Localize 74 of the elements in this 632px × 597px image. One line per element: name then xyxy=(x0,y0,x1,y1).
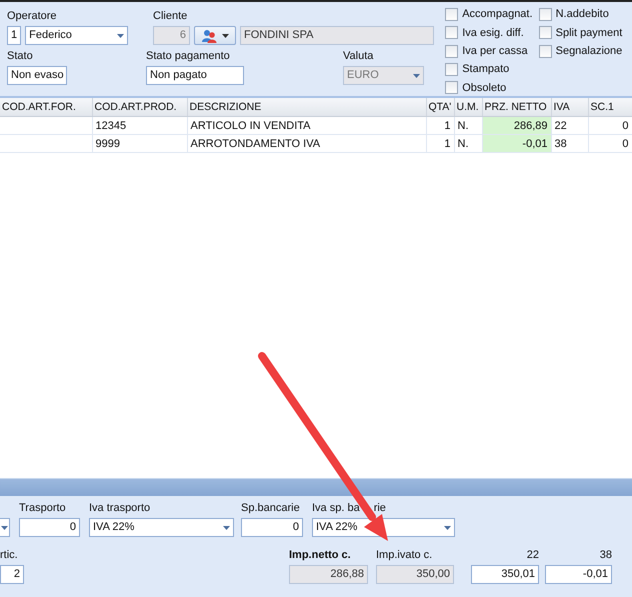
table-cell: -0,01 xyxy=(482,134,551,152)
bank-charges-field[interactable]: 0 xyxy=(241,518,303,537)
caret-icon xyxy=(117,34,124,38)
field-label: rie xyxy=(374,501,386,515)
checkbox[interactable] xyxy=(538,44,552,58)
checkbox-label: Stampato xyxy=(462,62,510,76)
client-picker-button[interactable] xyxy=(194,26,236,45)
field-label: Stato pagamento xyxy=(146,49,231,63)
table-cell: ARROTONDAMENTO IVA xyxy=(187,134,426,152)
caret-icon xyxy=(444,526,451,530)
field-label: Imp.netto c. xyxy=(289,548,352,562)
people-icon xyxy=(201,28,218,42)
dropdown[interactable] xyxy=(0,518,10,537)
checkbox[interactable] xyxy=(445,8,458,21)
caret-icon xyxy=(413,74,420,78)
checkbox[interactable] xyxy=(445,81,458,94)
column-header[interactable]: IVA xyxy=(551,98,588,116)
field-label: Sp.bancarie xyxy=(241,501,301,515)
checkbox[interactable] xyxy=(445,26,458,40)
table-cell: 1 xyxy=(426,134,454,152)
table-cell: N. xyxy=(454,116,482,134)
table-cell: 0 xyxy=(588,134,632,152)
field-label: rtic. xyxy=(0,548,19,562)
table-cell: 38 xyxy=(551,134,588,152)
table-cell: 12345 xyxy=(92,116,187,134)
column-header[interactable]: COD.ART.PROD. xyxy=(92,98,187,116)
table-cell: N. xyxy=(454,134,482,152)
field-label: Iva trasporto xyxy=(89,501,152,515)
checkbox[interactable] xyxy=(445,62,458,76)
column-header[interactable]: U.M. xyxy=(454,98,482,116)
field-label: Imp.ivato c. xyxy=(376,548,434,562)
checkbox-label: Accompagnat. xyxy=(462,7,533,22)
field-label: Stato xyxy=(7,49,34,63)
column-header[interactable]: DESCRIZIONE xyxy=(187,98,426,116)
field-label: Cliente xyxy=(153,9,188,23)
checkbox[interactable] xyxy=(538,8,552,21)
status-field[interactable]: Non evaso xyxy=(7,66,67,85)
caret-icon xyxy=(222,34,229,38)
checkbox[interactable] xyxy=(445,44,458,58)
transport-vat-dropdown[interactable]: IVA 22% xyxy=(89,518,234,537)
column-header[interactable]: SC.1 xyxy=(588,98,632,116)
column-header[interactable]: PRZ. NETTO xyxy=(482,98,551,116)
table-cell: ARTICOLO IN VENDITA xyxy=(187,116,426,134)
operator-code-field[interactable]: 1 xyxy=(7,26,22,45)
table-cell: 22 xyxy=(551,116,588,134)
checkbox[interactable] xyxy=(538,26,552,40)
field-label: Trasporto xyxy=(19,501,67,515)
checkbox-label: Iva per cassa xyxy=(462,44,528,58)
table-cell: 1 xyxy=(426,116,454,134)
checkbox-label: Iva esig. diff. xyxy=(462,26,524,40)
field-label: Valuta xyxy=(343,49,374,63)
payment-status-field[interactable]: Non pagato xyxy=(146,66,244,85)
articles-field[interactable]: 2 xyxy=(0,565,24,584)
field-label: Operatore xyxy=(7,9,58,23)
checkbox-label: Obsoleto xyxy=(462,80,506,95)
transport-field[interactable]: 0 xyxy=(19,518,80,537)
table-cell: 286,89 xyxy=(482,116,551,134)
vat-amount-field[interactable]: -0,01 xyxy=(545,565,612,584)
field-label: 38 xyxy=(598,548,612,562)
checkbox-label: N.addebito xyxy=(556,7,609,22)
checkbox-label: Split payment xyxy=(556,26,622,40)
caret-icon xyxy=(223,526,230,530)
vat-amount-field[interactable]: 350,01 xyxy=(471,565,539,584)
column-header[interactable]: COD.ART.FOR. xyxy=(0,98,92,116)
field-label: Iva sp. ba xyxy=(312,501,360,515)
bank-charges-vat-dropdown[interactable]: IVA 22% xyxy=(312,518,455,537)
operator-dropdown[interactable]: Federico xyxy=(25,26,128,45)
caret-icon xyxy=(1,526,8,530)
splitter-bar[interactable] xyxy=(0,478,632,496)
table-cell: 9999 xyxy=(92,134,187,152)
column-header[interactable]: QTA' xyxy=(426,98,454,116)
table-cell: 0 xyxy=(588,116,632,134)
checkbox-label: Segnalazione xyxy=(556,44,622,58)
field-label: 22 xyxy=(526,548,539,562)
